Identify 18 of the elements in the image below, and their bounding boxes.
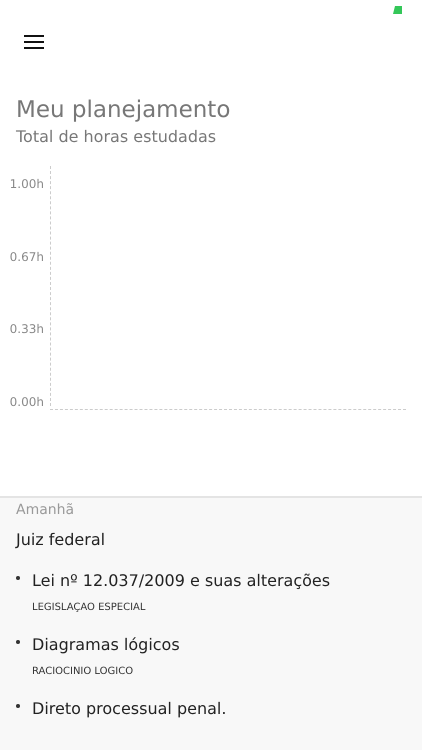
day-label: Amanhã: [16, 502, 76, 518]
y-axis-label: 1.00h: [10, 177, 44, 191]
page-subtitle: Total de horas estudadas: [15, 127, 218, 146]
bullet-icon: [16, 576, 20, 580]
page-title: Meu planejamento: [15, 97, 232, 123]
y-axis-label: 0.33h: [10, 322, 44, 336]
y-axis-label: 0.00h: [10, 394, 44, 409]
menu-icon[interactable]: [24, 34, 44, 50]
topic-title[interactable]: Lei nº 12.037/2009 e suas alterações: [32, 571, 330, 590]
course-name: Juiz federal: [16, 530, 106, 549]
topic-subject: RACIOCINIO LOGICO: [31, 666, 134, 677]
battery-icon: [393, 6, 402, 14]
bullet-icon: [16, 640, 20, 644]
topic-subject: LEGISLAÇAO ESPECIAL: [31, 602, 146, 613]
y-axis-label: 0.67h: [10, 250, 44, 264]
topic-title[interactable]: Direto processual penal.: [32, 699, 226, 718]
bullet-icon: [16, 704, 20, 708]
topic-title[interactable]: Diagramas lógicos: [32, 635, 180, 654]
